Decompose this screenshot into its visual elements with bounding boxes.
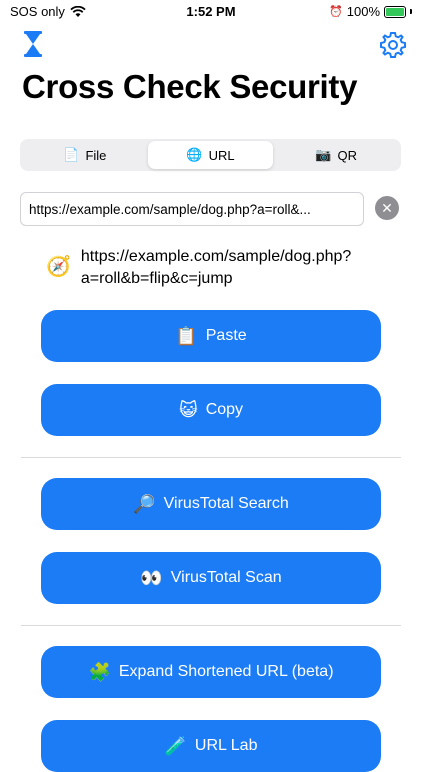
url-input[interactable]: https://example.com/sample/dog.php?a=rol… (20, 192, 364, 226)
expand-url-label: Expand Shortened URL (beta) (118, 663, 334, 680)
tab-url-label: URL (208, 147, 235, 163)
virustotal-search-label: VirusTotal Search (163, 495, 289, 512)
page-title: Cross Check Security (22, 68, 358, 105)
url-preview-text[interactable]: https://example.com/sample/dog.php? a=ro… (81, 246, 351, 290)
clear-icon[interactable]: ✕ (375, 196, 399, 220)
magnifier-icon: 🔎 (133, 493, 156, 514)
virustotal-search-button[interactable]: 🔎 VirusTotal Search (41, 478, 381, 530)
battery-percent: 100% (346, 4, 380, 19)
eyes-icon: 👀 (140, 567, 163, 588)
virustotal-scan-label: VirusTotal Scan (170, 569, 282, 586)
globe-icon: 🌐 (186, 147, 203, 162)
expand-url-button[interactable]: 🧩 Expand Shortened URL (beta) (41, 646, 381, 698)
tab-file-label: File (85, 147, 107, 163)
url-input-value: https://example.com/sample/dog.php?a=rol… (29, 201, 311, 217)
url-preview-line1: https://example.com/sample/dog.php? (80, 248, 352, 265)
tab-qr[interactable]: 📷 QR (273, 141, 399, 169)
battery-icon (384, 5, 406, 18)
url-lab-label: URL Lab (194, 737, 258, 754)
status-bar: SOS only 1:52 PM ⏰ 100% (0, 0, 422, 26)
copy-button[interactable]: 😺 Copy (41, 384, 381, 436)
compass-icon[interactable]: 🧭 (46, 254, 71, 290)
paste-button[interactable]: 📋 Paste (41, 310, 381, 362)
paste-button-label: Paste (205, 327, 247, 344)
camera-icon: 📷 (315, 147, 332, 162)
tab-url[interactable]: 🌐 URL (147, 141, 274, 169)
url-preview-line2: a=roll&b=flip&c=jump (80, 270, 233, 287)
tab-qr-label: QR (337, 147, 358, 163)
settings-gear-icon[interactable] (378, 30, 408, 60)
source-segmented-control: 📄 File 🌐 URL 📷 QR (20, 139, 401, 171)
test-tube-icon: 🧪 (164, 735, 187, 756)
document-icon: 📄 (63, 147, 80, 162)
divider (21, 625, 401, 626)
copy-button-label: Copy (205, 401, 244, 418)
status-right: ⏰ 100% (329, 4, 412, 19)
cat-icon: 😺 (178, 399, 198, 420)
clipboard-icon: 📋 (175, 325, 198, 346)
puzzle-icon: 🧩 (88, 661, 111, 682)
tab-file[interactable]: 📄 File (22, 141, 148, 169)
divider (21, 457, 401, 458)
hourglass-icon[interactable] (22, 30, 44, 58)
alarm-icon: ⏰ (329, 6, 343, 18)
url-lab-button[interactable]: 🧪 URL Lab (41, 720, 381, 772)
url-preview: 🧭 https://example.com/sample/dog.php? a=… (46, 246, 386, 290)
virustotal-scan-button[interactable]: 👀 VirusTotal Scan (41, 552, 381, 604)
